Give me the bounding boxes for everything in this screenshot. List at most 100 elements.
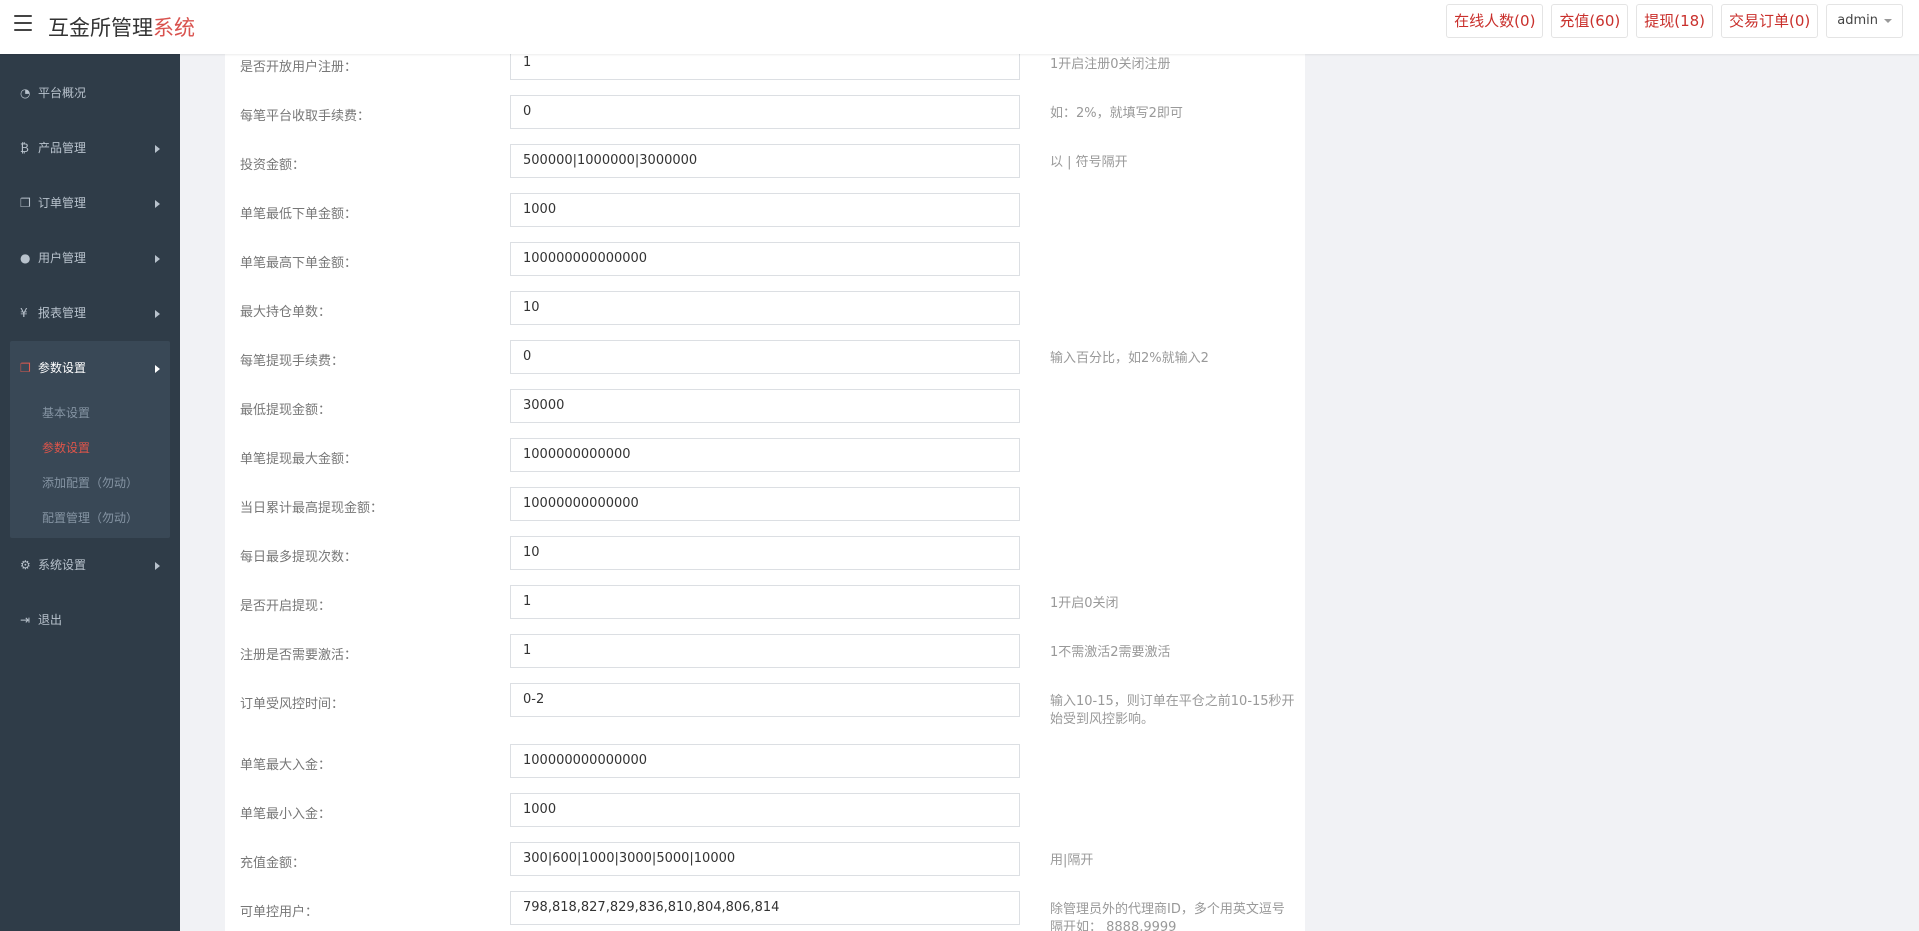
main-content: 是否开放用户注册： 1 1开启注册0关闭注册 每笔平台收取手续费： 0 如：2%… — [180, 54, 1919, 931]
form-row: 是否开启提现： 1 1开启0关闭 — [240, 579, 1300, 628]
form-row: 每笔平台收取手续费： 0 如：2%，就填写2即可 — [240, 89, 1300, 138]
risk-control-time-input[interactable]: 0-2 — [510, 683, 1020, 717]
trade-orders-button[interactable]: 交易订单(0) — [1721, 4, 1819, 38]
register-activation-input[interactable]: 1 — [510, 634, 1020, 668]
field-hint: 1不需激活2需要激活 — [1050, 645, 1171, 660]
daily-withdraw-limit-input[interactable]: 10000000000000 — [510, 487, 1020, 521]
form-row: 注册是否需要激活： 1 1不需激活2需要激活 — [240, 628, 1300, 677]
sidebar-item-overview[interactable]: ◔ 平台概况 — [0, 66, 180, 121]
sidebar-item-reports[interactable]: ¥ 报表管理 — [0, 286, 180, 341]
field-hint: 以 | 符号隔开 — [1050, 155, 1128, 170]
field-hint: 1开启注册0关闭注册 — [1050, 57, 1171, 72]
form-row: 单笔最高下单金额： 100000000000000 — [240, 236, 1300, 285]
sidebar-item-logout[interactable]: ⇥ 退出 — [0, 593, 180, 648]
field-hint: 输入百分比，如2%就输入2 — [1050, 351, 1209, 366]
chevron-right-icon — [155, 255, 160, 263]
form-row: 充值金额： 300|600|1000|3000|5000|10000 用|隔开 — [240, 836, 1300, 885]
field-hint: 1开启0关闭 — [1050, 596, 1119, 611]
field-label: 单笔提现最大金额： — [240, 452, 358, 467]
recharge-amount-input[interactable]: 300|600|1000|3000|5000|10000 — [510, 842, 1020, 876]
header-actions: 在线人数(0) 充值(60) 提现(18) 交易订单(0) admin — [1446, 4, 1903, 38]
user-menu-button[interactable]: admin — [1826, 4, 1903, 38]
max-order-amount-input[interactable]: 100000000000000 — [510, 242, 1020, 276]
chevron-right-icon — [155, 200, 160, 208]
user-icon: ● — [20, 251, 31, 265]
copy-icon: ❐ — [20, 196, 31, 210]
sidebar: ◔ 平台概况 ₿ 产品管理 ❐ 订单管理 ● 用户管理 ¥ 报表管理 ❐ 参数设置 基本设置… — [0, 54, 180, 931]
field-label: 最低提现金额： — [240, 403, 332, 418]
field-hint: 用|隔开 — [1050, 853, 1094, 868]
field-label: 每笔平台收取手续费： — [240, 109, 371, 124]
field-label: 注册是否需要激活： — [240, 648, 358, 663]
controllable-users-input[interactable]: 798,818,827,829,836,810,804,806,814 — [510, 891, 1020, 925]
recharge-button[interactable]: 充值(60) — [1551, 4, 1629, 38]
field-hint: 如：2%，就填写2即可 — [1050, 106, 1183, 121]
brand-main: 互金所管理 — [48, 16, 153, 40]
sidebar-item-label: 报表管理 — [38, 306, 87, 320]
field-label: 是否开启提现： — [240, 599, 332, 614]
sidebar-item-label: 用户管理 — [38, 251, 87, 265]
online-users-button[interactable]: 在线人数(0) — [1446, 4, 1544, 38]
sidebar-item-label: 系统设置 — [38, 558, 87, 572]
brand-accent: 系统 — [153, 16, 195, 40]
sidebar-subitem-add-config[interactable]: 添加配置（勿动） — [10, 466, 170, 501]
sidebar-item-products[interactable]: ₿ 产品管理 — [0, 121, 180, 176]
form-row: 当日累计最高提现金额： 10000000000000 — [240, 481, 1300, 530]
field-hint: 除管理员外的代理商ID，多个用英文逗号隔开如： 8888,9999 — [1050, 902, 1285, 931]
field-label: 订单受风控时间： — [240, 697, 345, 712]
form-row: 可单控用户： 798,818,827,829,836,810,804,806,8… — [240, 885, 1300, 931]
form-row: 订单受风控时间： 0-2 输入10-15，则订单在平仓之前10-15秒开始受到风… — [240, 677, 1300, 738]
form-row: 每日最多提现次数： 10 — [240, 530, 1300, 579]
settings-form: 是否开放用户注册： 1 1开启注册0关闭注册 每笔平台收取手续费： 0 如：2%… — [240, 54, 1300, 931]
field-label: 投资金额： — [240, 158, 306, 173]
sidebar-subitem-params[interactable]: 参数设置 — [10, 431, 170, 466]
form-row: 单笔最大入金： 100000000000000 — [240, 738, 1300, 787]
field-label: 当日累计最高提现金额： — [240, 501, 384, 516]
field-hint: 输入10-15，则订单在平仓之前10-15秒开始受到风控影响。 — [1050, 694, 1295, 727]
top-header: 互金所管理系统 在线人数(0) 充值(60) 提现(18) 交易订单(0) ad… — [0, 0, 1919, 54]
sidebar-item-system[interactable]: ⚙ 系统设置 — [0, 538, 180, 593]
copy-icon: ❐ — [20, 361, 31, 375]
max-single-withdraw-input[interactable]: 1000000000000 — [510, 438, 1020, 472]
sidebar-subitem-basic[interactable]: 基本设置 — [10, 396, 170, 431]
user-name: admin — [1837, 13, 1878, 28]
withdraw-button[interactable]: 提现(18) — [1636, 4, 1714, 38]
min-deposit-input[interactable]: 1000 — [510, 793, 1020, 827]
form-row: 单笔最低下单金额： 1000 — [240, 187, 1300, 236]
field-label: 每日最多提现次数： — [240, 550, 358, 565]
dashboard-icon: ◔ — [20, 86, 31, 100]
yen-icon: ¥ — [20, 306, 28, 320]
form-row: 最低提现金额： 30000 — [240, 383, 1300, 432]
field-label: 单笔最小入金： — [240, 807, 332, 822]
bitcoin-icon: ₿ — [20, 141, 29, 155]
sidebar-item-orders[interactable]: ❐ 订单管理 — [0, 176, 180, 231]
sidebar-item-params[interactable]: ❐ 参数设置 — [10, 341, 170, 396]
caret-down-icon — [1884, 18, 1892, 23]
sidebar-group-params: ❐ 参数设置 基本设置 参数设置 添加配置（勿动） 配置管理（勿动） — [10, 341, 170, 538]
brand-title: 互金所管理系统 — [48, 12, 195, 42]
withdraw-fee-input[interactable]: 0 — [510, 340, 1020, 374]
max-positions-input[interactable]: 10 — [510, 291, 1020, 325]
max-deposit-input[interactable]: 100000000000000 — [510, 744, 1020, 778]
sidebar-item-label: 产品管理 — [38, 141, 87, 155]
min-order-amount-input[interactable]: 1000 — [510, 193, 1020, 227]
form-row: 最大持仓单数： 10 — [240, 285, 1300, 334]
chevron-right-icon — [155, 365, 160, 373]
field-label: 单笔最高下单金额： — [240, 256, 358, 271]
daily-withdraw-count-input[interactable]: 10 — [510, 536, 1020, 570]
form-row: 每笔提现手续费： 0 输入百分比，如2%就输入2 — [240, 334, 1300, 383]
sidebar-subitem-manage-config[interactable]: 配置管理（勿动） — [10, 501, 170, 538]
field-label: 每笔提现手续费： — [240, 354, 345, 369]
sidebar-item-users[interactable]: ● 用户管理 — [0, 231, 180, 286]
platform-fee-input[interactable]: 0 — [510, 95, 1020, 129]
form-row: 单笔提现最大金额： 1000000000000 — [240, 432, 1300, 481]
chevron-right-icon — [155, 562, 160, 570]
sidebar-item-label: 订单管理 — [38, 196, 87, 210]
register-open-input[interactable]: 1 — [510, 54, 1020, 80]
form-row: 是否开放用户注册： 1 1开启注册0关闭注册 — [240, 54, 1300, 89]
min-withdraw-input[interactable]: 30000 — [510, 389, 1020, 423]
investment-amount-input[interactable]: 500000|1000000|3000000 — [510, 144, 1020, 178]
logout-icon: ⇥ — [20, 613, 31, 627]
hamburger-menu-icon[interactable] — [14, 15, 32, 31]
withdraw-enabled-input[interactable]: 1 — [510, 585, 1020, 619]
